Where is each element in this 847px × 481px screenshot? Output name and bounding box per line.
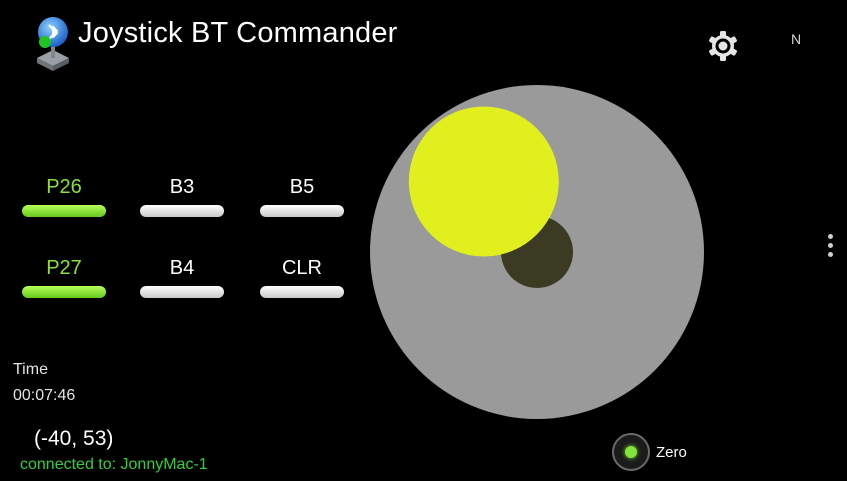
button-label: P26 [46, 176, 82, 198]
button-p27[interactable]: P27 [20, 256, 108, 298]
button-label: P27 [46, 257, 82, 279]
button-indicator-bar [140, 205, 224, 217]
zero-radio-button[interactable] [612, 433, 650, 471]
button-label: B4 [169, 257, 195, 279]
button-label: CLR [281, 257, 322, 279]
joystick-pad[interactable] [370, 85, 704, 419]
button-indicator-bar [260, 205, 344, 217]
button-p26[interactable]: P26 [20, 175, 108, 217]
button-b3[interactable]: B3 [138, 175, 226, 217]
zero-label: Zero [656, 443, 687, 461]
button-b4[interactable]: B4 [138, 256, 226, 298]
zero-option[interactable]: Zero [612, 432, 687, 472]
button-clr[interactable]: CLR [258, 256, 346, 298]
button-indicator-bar [260, 286, 344, 298]
button-label: B5 [289, 176, 315, 198]
joystick-coordinates: (-40, 53) [34, 427, 114, 450]
button-indicator-bar [22, 205, 106, 217]
button-b5[interactable]: B5 [258, 175, 346, 217]
time-label: Time [13, 361, 48, 378]
connection-status: connected to: JonnyMac-1 [20, 456, 208, 473]
button-indicator-bar [140, 286, 224, 298]
button-label: B3 [169, 176, 195, 198]
button-indicator-bar [22, 286, 106, 298]
gear-icon[interactable] [707, 30, 739, 62]
status-indicator-n: N [791, 31, 802, 47]
more-vert-icon[interactable] [827, 234, 835, 262]
joystick-bluetooth-icon [37, 17, 69, 71]
app-title: Joystick BT Commander [78, 17, 398, 49]
joystick-knob[interactable] [408, 106, 559, 257]
time-value: 00:07:46 [13, 387, 76, 404]
